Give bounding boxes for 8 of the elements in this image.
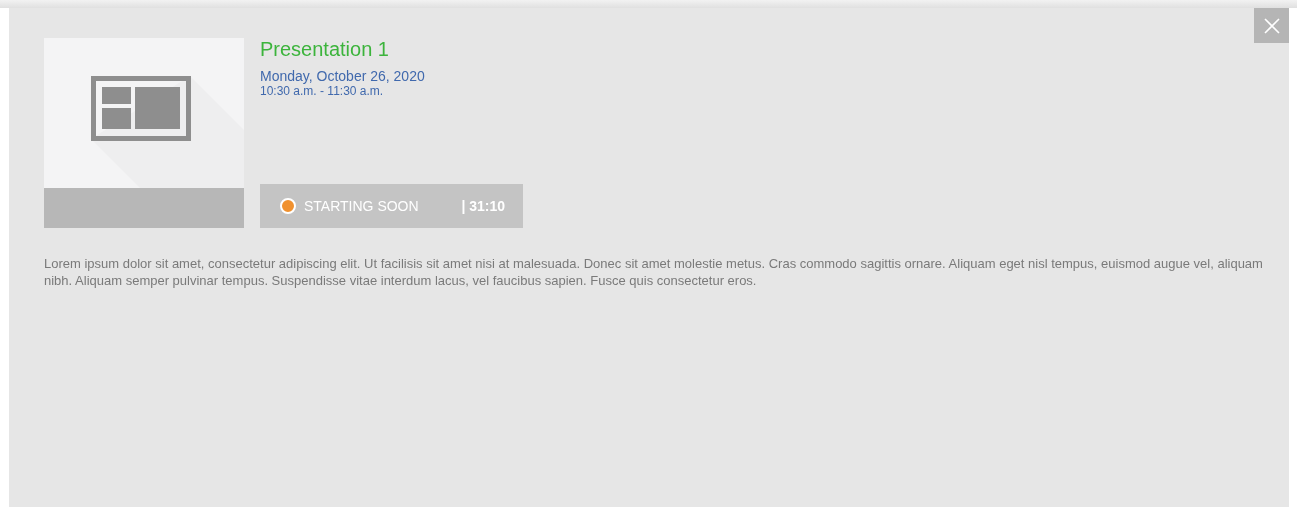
status-label: STARTING SOON	[304, 196, 419, 216]
event-date: Monday, October 26, 2020	[260, 68, 426, 84]
close-button[interactable]	[1254, 8, 1289, 43]
description: Lorem ipsum dolor sit amet, consectetur adipiscing elit. Ut facilisis sit amet nisi at malesuada. Donec sit amet molestie metus. Cras commodo sagittis ornare. Aliquam eget nisl tempus, euismod augue vel, aliquam nibh. Aliquam semper pulvinar tempus. Suspendisse vitae interdum lacus, vel faucibus sapien. Fusce quis consectetur eros.	[44, 255, 1264, 289]
close-icon	[1263, 17, 1280, 34]
event-title: Presentation 1	[260, 38, 390, 60]
countdown: | 31:10	[461, 196, 505, 216]
event-time: 10:30 a.m. - 11:30 a.m.	[260, 84, 385, 98]
